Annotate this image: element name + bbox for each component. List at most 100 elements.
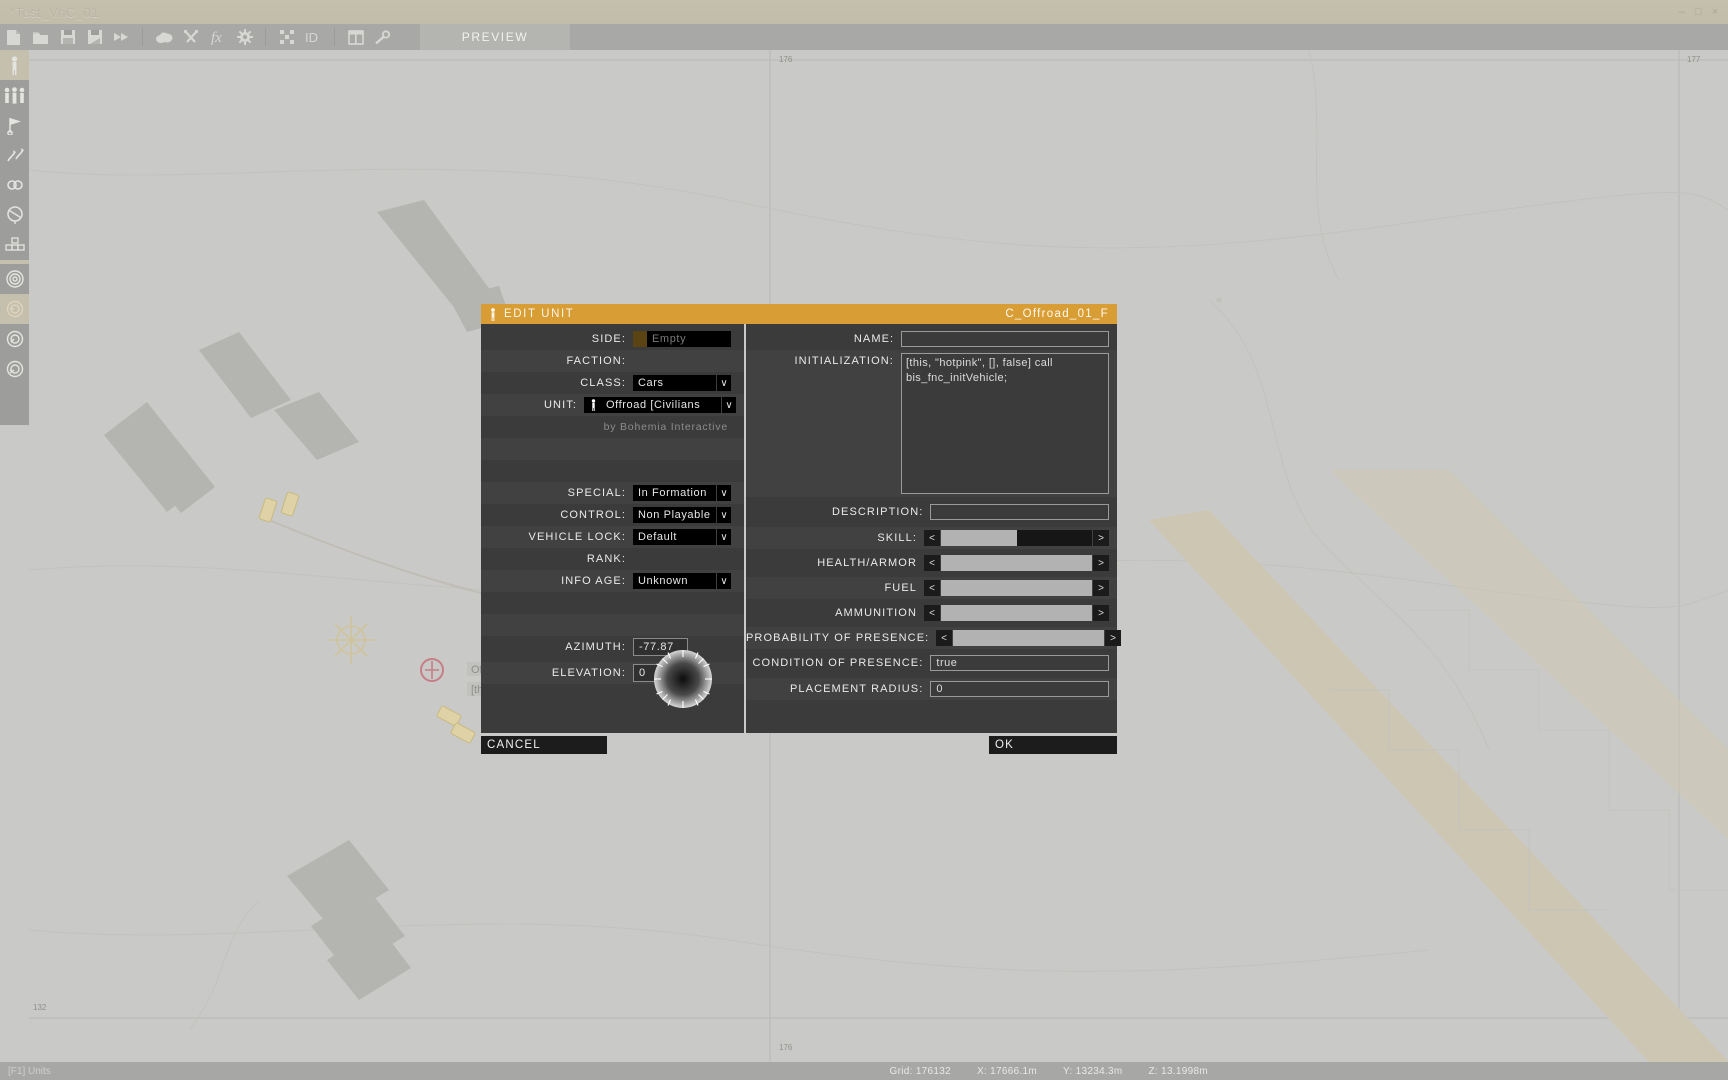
svg-text:132: 132 <box>33 1003 47 1012</box>
save-as-icon[interactable] <box>81 24 108 50</box>
left-sidebar <box>0 50 29 425</box>
probability-track[interactable] <box>953 630 1104 646</box>
initialization-textarea[interactable]: [this, "hotpink", [], false] call bis_fn… <box>901 353 1109 494</box>
search-icon[interactable] <box>369 24 396 50</box>
skill-increase-button[interactable]: > <box>1093 530 1109 546</box>
maximize-icon[interactable]: □ <box>1695 6 1702 18</box>
status-bar: [F1] Units Grid: 176132 X: 17666.1m Y: 1… <box>0 1062 1728 1080</box>
cancel-button[interactable]: CANCEL <box>481 736 607 754</box>
control-label: CONTROL: <box>481 509 633 521</box>
functions-icon[interactable]: fx <box>204 24 231 50</box>
settings-icon[interactable] <box>231 24 258 50</box>
fuel-increase-button[interactable]: > <box>1093 580 1109 596</box>
row-condition: CONDITION OF PRESENCE: true <box>746 652 1117 674</box>
svg-text:176: 176 <box>779 55 793 64</box>
layout-icon[interactable] <box>342 24 369 50</box>
row-class: CLASS: Cars ∨ <box>481 372 744 394</box>
status-z-label: Z: <box>1149 1066 1159 1077</box>
save-icon[interactable] <box>54 24 81 50</box>
side-value[interactable]: Empty <box>647 331 731 347</box>
condition-input[interactable]: true <box>930 655 1109 671</box>
health-slider[interactable]: < > <box>924 555 1109 571</box>
name-label: NAME: <box>746 333 901 345</box>
sidebar-item-center[interactable] <box>0 264 29 294</box>
tools-icon[interactable] <box>177 24 204 50</box>
health-decrease-button[interactable]: < <box>924 555 940 571</box>
clouds-icon[interactable] <box>150 24 177 50</box>
title-bar: *Test_VhC_01 – □ × <box>0 0 1728 24</box>
probability-decrease-button[interactable]: < <box>936 630 952 646</box>
name-input[interactable] <box>901 331 1109 347</box>
sidebar-item-units[interactable] <box>0 50 29 80</box>
new-icon[interactable] <box>0 24 27 50</box>
probability-slider[interactable]: < > <box>936 630 1121 646</box>
skill-label: SKILL: <box>746 532 924 544</box>
status-coordinates: Grid: 176132 X: 17666.1m Y: 13234.3m Z: … <box>890 1066 1728 1077</box>
skill-slider[interactable]: < > <box>924 530 1109 546</box>
row-spacer-3 <box>481 592 744 614</box>
row-side: SIDE: Empty <box>481 328 744 350</box>
preview-button[interactable]: PREVIEW <box>420 24 570 50</box>
ammunition-label: AMMUNITION <box>746 607 924 619</box>
info-age-label: INFO AGE: <box>481 575 633 587</box>
ok-button[interactable]: OK <box>989 736 1117 754</box>
fuel-decrease-button[interactable]: < <box>924 580 940 596</box>
textures-icon[interactable] <box>273 24 300 50</box>
vehicle-lock-combo[interactable]: Default ∨ <box>633 529 731 545</box>
close-icon[interactable]: × <box>1712 6 1718 18</box>
probability-increase-button[interactable]: > <box>1105 630 1121 646</box>
condition-label: CONDITION OF PRESENCE: <box>746 657 930 669</box>
sidebar-item-zoom-out[interactable] <box>0 294 29 324</box>
sidebar-item-modules[interactable] <box>0 230 29 260</box>
health-track[interactable] <box>941 555 1092 571</box>
unit-combo[interactable]: Offroad [Civilians ∨ <box>584 397 736 413</box>
sidebar-item-groups[interactable] <box>0 80 29 110</box>
sidebar-item-markers[interactable] <box>0 200 29 230</box>
ammunition-increase-button[interactable]: > <box>1093 605 1109 621</box>
placement-input[interactable]: 0 <box>930 681 1109 697</box>
faction-value[interactable] <box>633 353 731 369</box>
probability-label: PROBABILITY OF PRESENCE: <box>746 632 936 644</box>
sidebar-item-triggers[interactable] <box>0 110 29 140</box>
dialog-left-column: SIDE: Empty FACTION: CLASS: Cars ∨ <box>481 324 744 733</box>
row-probability: PROBABILITY OF PRESENCE: < > <box>746 627 1117 649</box>
health-increase-button[interactable]: > <box>1093 555 1109 571</box>
minimize-icon[interactable]: – <box>1679 6 1685 18</box>
description-label: DESCRIPTION: <box>746 506 930 518</box>
row-special: SPECIAL: In Formation ∨ <box>481 482 744 504</box>
sidebar-item-waypoints[interactable] <box>0 140 29 170</box>
info-age-combo[interactable]: Unknown ∨ <box>633 573 731 589</box>
window-controls: – □ × <box>1679 6 1728 18</box>
control-combo[interactable]: Non Playable ∨ <box>633 507 731 523</box>
row-unit: UNIT: Offroad [Civilians ∨ <box>481 394 744 416</box>
toolbar-separator <box>334 28 335 46</box>
open-icon[interactable] <box>27 24 54 50</box>
export-icon[interactable] <box>108 24 135 50</box>
row-skill: SKILL: < > <box>746 527 1117 549</box>
rank-value[interactable] <box>633 551 731 567</box>
skill-decrease-button[interactable]: < <box>924 530 940 546</box>
ammunition-track[interactable] <box>941 605 1092 621</box>
sidebar-item-zoom-reset[interactable] <box>0 354 29 384</box>
ammunition-decrease-button[interactable]: < <box>924 605 940 621</box>
description-input[interactable] <box>930 504 1109 520</box>
id-icon[interactable]: ID <box>300 24 327 50</box>
skill-track[interactable] <box>941 530 1092 546</box>
status-y-value: 13234.3m <box>1076 1066 1123 1077</box>
class-combo[interactable]: Cars ∨ <box>633 375 731 391</box>
chevron-down-icon: ∨ <box>722 397 736 413</box>
row-name: NAME: <box>746 328 1117 350</box>
sidebar-item-synchronize[interactable] <box>0 170 29 200</box>
azimuth-dial[interactable] <box>653 649 713 709</box>
special-combo[interactable]: In Formation ∨ <box>633 485 731 501</box>
sidebar-item-zoom-in[interactable] <box>0 324 29 354</box>
initialization-label: INITIALIZATION: <box>746 355 901 367</box>
placement-label: PLACEMENT RADIUS: <box>746 683 930 695</box>
fuel-slider[interactable]: < > <box>924 580 1109 596</box>
status-grid-value: 176132 <box>916 1066 951 1077</box>
dialog-footer: CANCEL OK <box>481 733 1117 760</box>
ammunition-slider[interactable]: < > <box>924 605 1109 621</box>
faction-label: FACTION: <box>481 355 633 367</box>
author-byline: by Bohemia Interactive <box>481 421 736 433</box>
fuel-track[interactable] <box>941 580 1092 596</box>
